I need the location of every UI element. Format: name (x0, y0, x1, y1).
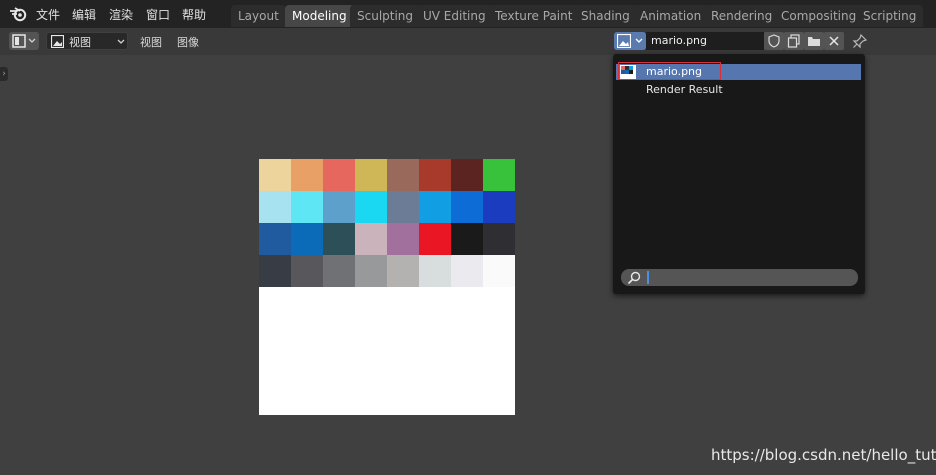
search-icon (627, 271, 641, 285)
palette-swatch (291, 255, 323, 287)
pin-icon[interactable] (852, 33, 868, 49)
tab-animation[interactable]: Animation (633, 5, 709, 27)
tab-texture-paint[interactable]: Texture Paint (488, 5, 580, 27)
menu-render[interactable]: 渲染 (109, 6, 133, 23)
fake-user-button[interactable] (764, 32, 784, 50)
watermark: https://blog.csdn.net/hello_tute (711, 446, 936, 464)
close-icon (829, 36, 839, 46)
menu-edit[interactable]: 编辑 (72, 6, 96, 23)
palette-swatch (323, 159, 355, 191)
palette-swatch (483, 223, 515, 255)
list-item-label: Render Result (646, 83, 723, 96)
image-browse-dropdown: mario.png Render Result (613, 54, 865, 294)
chevron-down-icon (635, 38, 643, 43)
image-name-value: mario.png (651, 34, 708, 47)
palette-swatch (387, 159, 419, 191)
palette-swatch (419, 255, 451, 287)
editor-type-button[interactable] (9, 32, 39, 50)
shield-icon (768, 34, 780, 48)
palette-swatch (355, 223, 387, 255)
palette-swatch (451, 223, 483, 255)
palette-swatch (355, 255, 387, 287)
displayed-image (259, 159, 515, 415)
palette-swatch (483, 191, 515, 223)
folder-icon (808, 37, 820, 46)
palette-swatch (291, 159, 323, 191)
tab-sculpting[interactable]: Sculpting (350, 5, 421, 27)
palette-swatch (451, 159, 483, 191)
palette-swatch (259, 191, 291, 223)
sidebar-toggle-arrow[interactable]: › (0, 67, 8, 81)
palette-swatch (451, 191, 483, 223)
view-mode-label: 视图 (69, 36, 91, 49)
palette-swatch (259, 255, 291, 287)
top-bar: 文件 编辑 渲染 窗口 帮助 Layout Modeling Sculpting… (0, 0, 936, 28)
palette-swatch (483, 159, 515, 191)
search-input[interactable] (621, 269, 858, 286)
palette-swatch (387, 223, 419, 255)
palette-swatch (355, 159, 387, 191)
palette-swatch (323, 255, 355, 287)
palette-swatch (419, 191, 451, 223)
tab-shading[interactable]: Shading (574, 5, 637, 27)
view-mode-select[interactable]: 视图 (46, 32, 128, 50)
header-menu-view[interactable]: 视图 (140, 34, 162, 50)
list-item[interactable]: mario.png (616, 62, 861, 80)
text-cursor (647, 271, 649, 284)
browse-image-button[interactable] (614, 32, 646, 50)
tab-modeling[interactable]: Modeling (285, 5, 354, 27)
palette-swatch (259, 223, 291, 255)
menu-help[interactable]: 帮助 (182, 6, 206, 23)
open-image-button[interactable] (804, 32, 824, 50)
chevron-down-icon (28, 38, 36, 43)
palette-swatch (323, 223, 355, 255)
blender-logo-icon[interactable] (9, 5, 27, 23)
palette-swatch (291, 191, 323, 223)
new-image-button[interactable] (784, 32, 804, 50)
unlink-image-button[interactable] (824, 32, 844, 50)
palette-swatch (387, 255, 419, 287)
tab-uv-editing[interactable]: UV Editing (416, 5, 493, 27)
tab-compositing[interactable]: Compositing (774, 5, 864, 27)
palette-swatch (259, 159, 291, 191)
palette-swatch (291, 223, 323, 255)
list-item[interactable]: Render Result (616, 82, 861, 98)
duplicate-icon (787, 34, 800, 48)
tab-layout[interactable]: Layout (231, 5, 286, 27)
highlight-annotation (618, 62, 721, 80)
image-icon (617, 34, 631, 48)
palette-swatch (419, 223, 451, 255)
chevron-down-icon (117, 39, 125, 44)
image-icon (51, 35, 64, 48)
tab-rendering[interactable]: Rendering (704, 5, 780, 27)
menu-file[interactable]: 文件 (36, 6, 60, 23)
image-editor-icon (12, 34, 26, 48)
menu-window[interactable]: 窗口 (146, 6, 170, 23)
palette-swatch (355, 191, 387, 223)
image-name-field[interactable]: mario.png (646, 32, 764, 50)
palette-swatch (419, 159, 451, 191)
palette-swatch (451, 255, 483, 287)
palette-swatch (387, 191, 419, 223)
header-menu-image[interactable]: 图像 (177, 34, 199, 50)
tab-scripting[interactable]: Scripting (856, 5, 924, 27)
palette-swatch (483, 255, 515, 287)
palette-swatch (323, 191, 355, 223)
